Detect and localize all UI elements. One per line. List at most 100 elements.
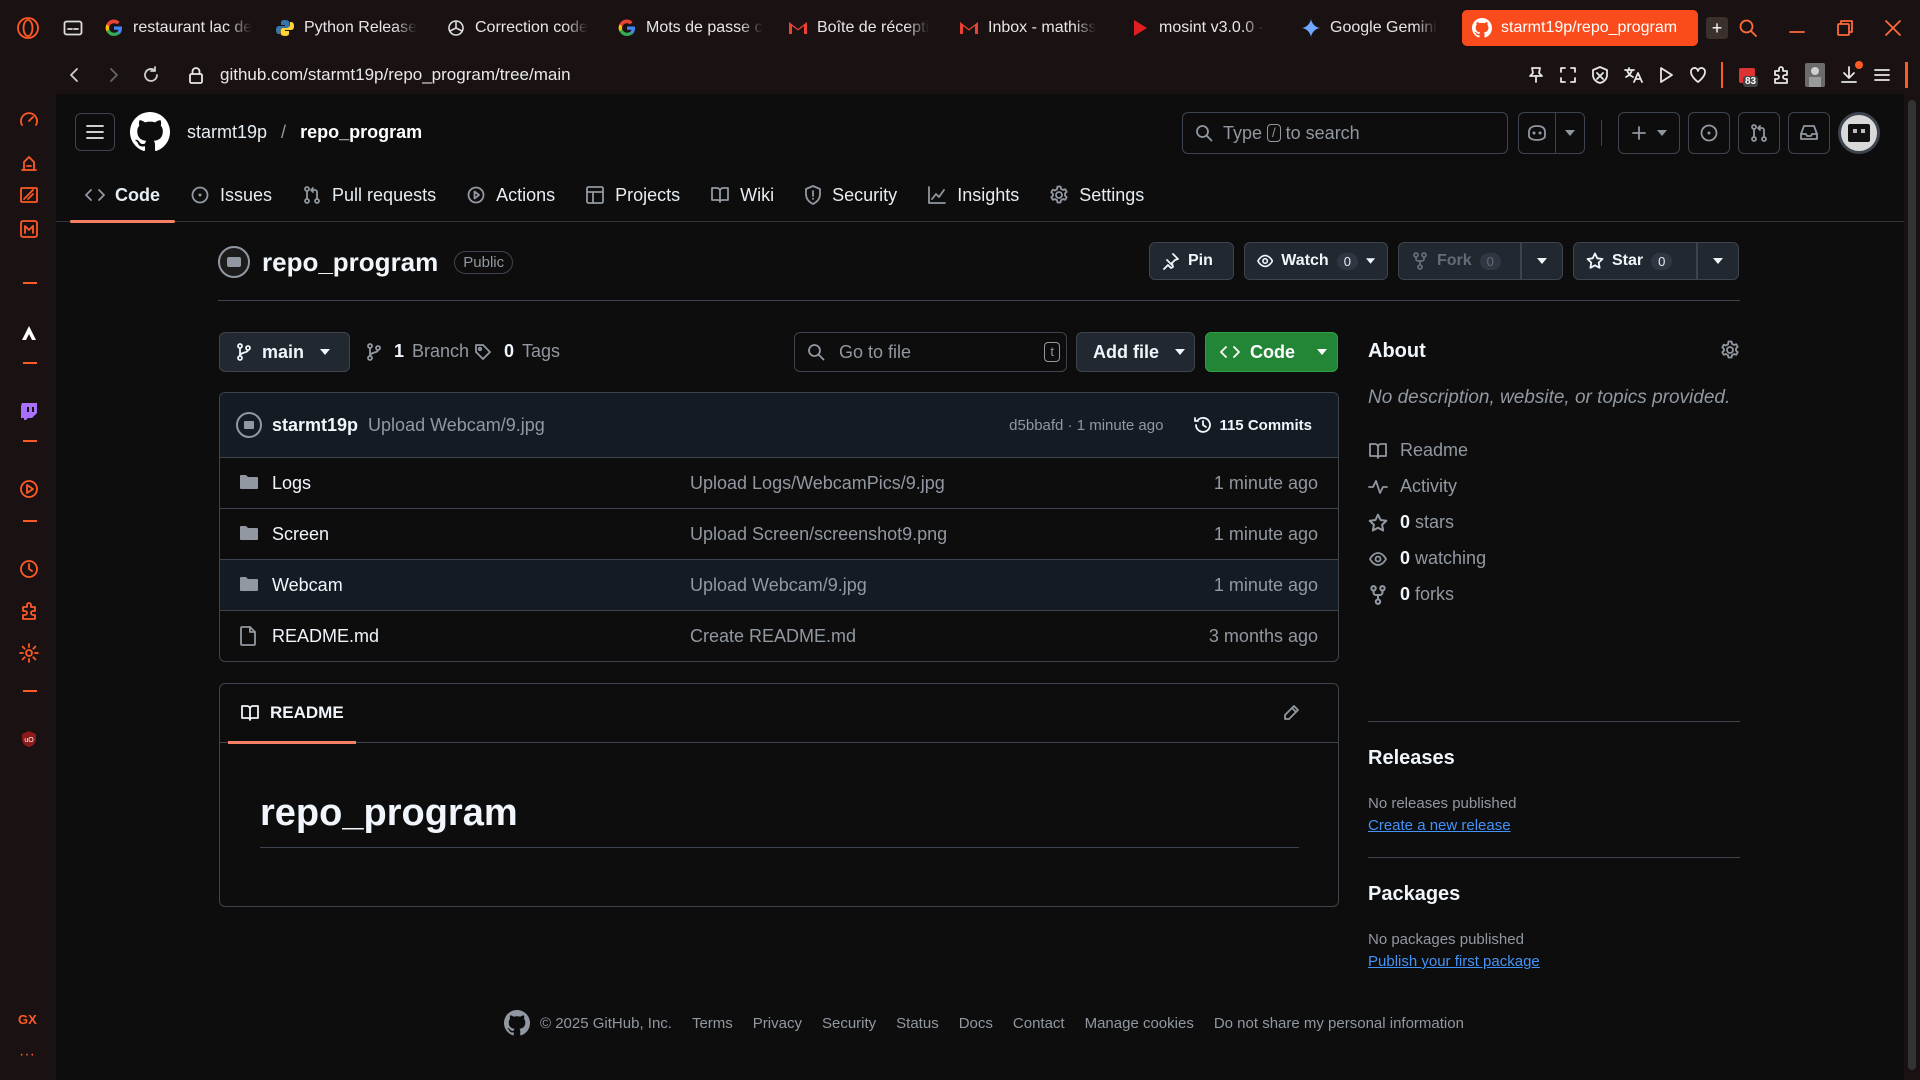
branches-link[interactable]: 1 Branch (366, 341, 469, 362)
go-to-file-input[interactable]: Go to file t (794, 332, 1067, 372)
file-commit-message[interactable]: Create README.md (690, 626, 856, 647)
footer-link-do-not-share-my-personal-information[interactable]: Do not share my personal information (1214, 1015, 1464, 1032)
browser-tab-4[interactable]: Mots de passe c (607, 10, 778, 46)
tab-wiki[interactable]: Wiki (695, 168, 789, 222)
releases-title[interactable]: Releases (1368, 747, 1455, 770)
new-tab-button[interactable]: + (1706, 17, 1728, 39)
settings-sidebar-icon[interactable] (18, 642, 40, 664)
pin-button[interactable]: Pin (1149, 242, 1234, 280)
branch-selector-button[interactable]: main (219, 332, 350, 372)
gx-control-icon[interactable] (18, 110, 40, 132)
browser-tab-5[interactable]: Boîte de récepti (778, 10, 949, 46)
copilot-button[interactable] (1518, 112, 1556, 154)
breadcrumb-owner[interactable]: starmt19p (187, 122, 267, 143)
player-icon[interactable] (1657, 66, 1675, 84)
table-row[interactable]: Screen Upload Screen/screenshot9.png 1 min… (220, 509, 1338, 560)
url-field[interactable]: github.com/starmt19p/repo_program/tree/m… (188, 65, 571, 85)
reload-icon[interactable] (136, 60, 166, 90)
file-name[interactable]: Logs (272, 473, 311, 494)
tab-insights[interactable]: Insights (912, 168, 1034, 222)
back-icon[interactable] (60, 60, 90, 90)
commit-hash-time[interactable]: d5bbafd · 1 minute ago (1009, 417, 1163, 434)
inbox-icon[interactable] (1788, 112, 1830, 154)
about-settings-gear-icon[interactable] (1720, 340, 1740, 360)
watch-button[interactable]: Watch 0 (1244, 242, 1388, 280)
tags-link[interactable]: 0 Tags (474, 341, 560, 362)
about-item-activity[interactable]: Activity (1368, 476, 1457, 497)
repo-name[interactable]: repo_program (262, 247, 438, 278)
footer-link-docs[interactable]: Docs (959, 1015, 993, 1032)
copilot-dropdown-icon[interactable] (1555, 112, 1585, 154)
about-item-forks[interactable]: 0 forks (1368, 584, 1454, 605)
sidebar-more-icon[interactable]: ··· (19, 1046, 35, 1064)
star-button[interactable]: Star 0 (1573, 242, 1697, 280)
file-name[interactable]: Webcam (272, 575, 343, 596)
browser-tab-3[interactable]: Correction code (436, 10, 607, 46)
fork-button[interactable]: Fork 0 (1398, 242, 1521, 280)
issues-header-icon[interactable] (1688, 112, 1730, 154)
star-dropdown-button[interactable] (1697, 242, 1739, 280)
hamburger-menu-button[interactable] (75, 113, 115, 151)
fork-dropdown-button[interactable] (1521, 242, 1563, 280)
extensions-sidebar-icon[interactable] (18, 600, 40, 622)
search-input[interactable]: Type / to search (1182, 112, 1508, 154)
tab-workspace-icon[interactable] (56, 0, 90, 56)
table-row[interactable]: Webcam Upload Webcam/9.jpg 1 minute ago (220, 560, 1338, 611)
messenger-m-icon[interactable] (18, 218, 40, 240)
bookmark-pin-icon[interactable] (1527, 66, 1545, 84)
create-release-link[interactable]: Create a new release (1368, 817, 1511, 834)
tab-actions[interactable]: Actions (451, 168, 570, 222)
tab-code[interactable]: Code (70, 168, 175, 223)
forward-icon[interactable] (98, 60, 128, 90)
ublock-icon[interactable]: uO (18, 728, 40, 750)
add-file-button[interactable]: Add file (1076, 332, 1195, 372)
pull-requests-header-icon[interactable] (1738, 112, 1780, 154)
table-row[interactable]: Logs Upload Logs/WebcamPics/9.jpg 1 minute… (220, 458, 1338, 509)
readme-tab[interactable]: README (228, 684, 356, 744)
browser-tab-1[interactable]: restaurant lac de (94, 10, 265, 46)
restore-icon[interactable] (1836, 19, 1854, 37)
adblock-icon[interactable] (1591, 66, 1609, 84)
browser-tab-7[interactable]: mosint v3.0.0 - (1120, 10, 1291, 46)
scrollbar-thumb[interactable] (1908, 100, 1916, 1070)
commit-author[interactable]: starmt19p (272, 415, 358, 436)
gx-corner-icon[interactable] (18, 152, 40, 174)
footer-link-terms[interactable]: Terms (692, 1015, 733, 1032)
github-logo-icon[interactable] (130, 112, 170, 152)
about-item-stars[interactable]: 0 stars (1368, 512, 1454, 533)
extension-calendar-icon[interactable]: 83 (1737, 65, 1759, 87)
file-commit-message[interactable]: Upload Webcam/9.jpg (690, 575, 867, 596)
file-commit-message[interactable]: Upload Logs/WebcamPics/9.jpg (690, 473, 945, 494)
footer-link-privacy[interactable]: Privacy (753, 1015, 802, 1032)
profile-avatar[interactable] (1805, 63, 1825, 87)
opera-gx-logo-icon[interactable] (0, 0, 56, 56)
browser-tab-6[interactable]: Inbox - mathiss (949, 10, 1120, 46)
tab-projects[interactable]: Projects (570, 168, 695, 222)
avatar[interactable] (1838, 112, 1880, 154)
edit-readme-pencil-icon[interactable] (1282, 704, 1300, 722)
commit-message[interactable]: Upload Webcam/9.jpg (368, 415, 545, 436)
breadcrumb-repo[interactable]: repo_program (300, 122, 422, 143)
browser-tab-8[interactable]: Google Gemini (1291, 10, 1462, 46)
snapshot-icon[interactable] (1559, 66, 1577, 84)
translate-icon[interactable] (1623, 66, 1643, 84)
footer-link-security[interactable]: Security (822, 1015, 876, 1032)
tab-pull-requests[interactable]: Pull requests (287, 168, 451, 222)
minimize-icon[interactable] (1788, 19, 1806, 37)
table-row[interactable]: README.md Create README.md 3 months ago (220, 611, 1338, 661)
easy-setup-menu-icon[interactable] (1873, 66, 1891, 84)
file-name[interactable]: README.md (272, 626, 379, 647)
close-window-icon[interactable] (1884, 19, 1902, 37)
twitch-icon[interactable] (18, 400, 40, 422)
heart-icon[interactable] (1689, 66, 1707, 84)
create-new-button[interactable] (1618, 112, 1680, 154)
publish-package-link[interactable]: Publish your first package (1368, 953, 1540, 970)
github-footer-logo-icon[interactable] (504, 1010, 530, 1036)
tab-issues[interactable]: Issues (175, 168, 287, 222)
aria-ai-icon[interactable] (18, 322, 40, 344)
about-item-readme[interactable]: Readme (1368, 440, 1468, 461)
download-icon[interactable] (1839, 61, 1863, 85)
browser-tab-9[interactable]: starmt19p/repo_program (1462, 10, 1698, 46)
commits-link[interactable]: 115 Commits (1193, 415, 1338, 435)
browser-tab-2[interactable]: Python Release (265, 10, 436, 46)
